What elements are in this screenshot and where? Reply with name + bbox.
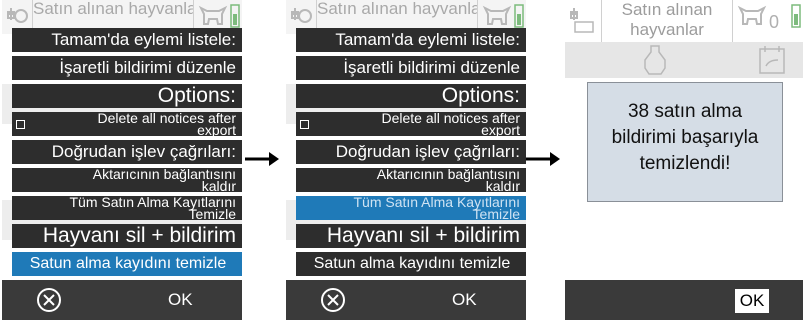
menu-item-clear-all-purchases[interactable]: Tüm Satın Alma Kayıtlarını Temizle (296, 196, 526, 220)
ok-button[interactable]: OK (735, 289, 769, 313)
menu-item-clear-purchase[interactable]: Satun alma kayıdını temizle (296, 252, 526, 276)
battery-icon (791, 4, 801, 28)
menu-item-edit-marked[interactable]: İşaretli bildirimi düzenle (296, 56, 526, 80)
arrow-right-icon (526, 152, 560, 166)
checkbox[interactable] (300, 120, 309, 129)
background-title: Satın alınan hayvanlar (601, 0, 733, 42)
menu-item-list-on-ok[interactable]: Tamam'da eylemi listele: (296, 28, 526, 52)
udder-icon (644, 45, 666, 75)
screen-step-1: Satın alınan hayvanlar Tamam'da eylemi l… (2, 0, 242, 320)
cow-icon (737, 5, 767, 25)
checkbox[interactable] (16, 120, 25, 129)
close-icon[interactable] (36, 287, 62, 313)
menu-item-delete-animal[interactable]: Hayvanı sil + bildirim (296, 224, 526, 248)
ok-button[interactable]: OK (452, 280, 477, 320)
footer-bar: OK (2, 280, 242, 320)
add-animal-icon (7, 8, 28, 23)
menu-item-clear-purchase[interactable]: Satun alma kayıdını temizle (12, 252, 242, 276)
dialog-message-line2: bildirimi başarıyla (611, 127, 759, 148)
menu-item-clear-all-purchases[interactable]: Tüm Satın Alma Kayıtlarını Temizle (12, 196, 242, 220)
menu-item-delete-after-export[interactable]: Delete all notices after export (12, 112, 242, 136)
footer-bar: OK (286, 280, 526, 320)
close-icon[interactable] (320, 287, 346, 313)
footer-bar: OK (565, 280, 803, 320)
dialog-message-line3: temizlendi! (639, 153, 731, 174)
menu-header-direct-calls: Doğrudan işlev çağrıları: (12, 140, 242, 164)
menu-item-delete-after-export[interactable]: Delete all notices after export (296, 112, 526, 136)
add-animal-icon (291, 8, 312, 23)
battery-icon (514, 4, 524, 28)
dialog-message-line1: 38 satın alma (627, 101, 743, 122)
menu-header-options: Options: (296, 84, 526, 108)
menu-item-delete-animal[interactable]: Hayvanı sil + bildirim (12, 224, 242, 248)
menu-item-edit-marked[interactable]: İşaretli bildirimi düzenle (12, 56, 242, 80)
badge-count: 0 (769, 12, 780, 32)
add-animal-icon (570, 8, 594, 33)
action-menu: Tamam'da eylemi listele: İşaretli bildir… (12, 28, 242, 280)
calendar-icon (759, 46, 785, 74)
success-dialog: 38 satın alma bildirimi başarıyla temizl… (587, 82, 783, 202)
cow-icon (482, 5, 512, 25)
menu-header-options: Options: (12, 84, 242, 108)
arrow-right-icon (245, 152, 279, 166)
cow-icon (198, 5, 228, 25)
screen-step-2: Satın alınan hayvanlar Tamam'da eylemi l… (286, 0, 526, 320)
ok-button[interactable]: OK (168, 280, 193, 320)
battery-icon (230, 4, 240, 28)
menu-header-direct-calls: Doğrudan işlev çağrıları: (296, 140, 526, 164)
menu-item-list-on-ok[interactable]: Tamam'da eylemi listele: (12, 28, 242, 52)
action-menu: Tamam'da eylemi listele: İşaretli bildir… (296, 28, 526, 280)
menu-item-disconnect[interactable]: Aktarıcının bağlantısını kaldır (296, 168, 526, 192)
screen-step-3: Satın alınan hayvanlar 0 38 satın alma b… (565, 0, 803, 320)
background-header: Satın alınan hayvanlar 0 (565, 0, 803, 42)
background-toolbar (565, 42, 803, 78)
menu-item-disconnect[interactable]: Aktarıcının bağlantısını kaldır (12, 168, 242, 192)
